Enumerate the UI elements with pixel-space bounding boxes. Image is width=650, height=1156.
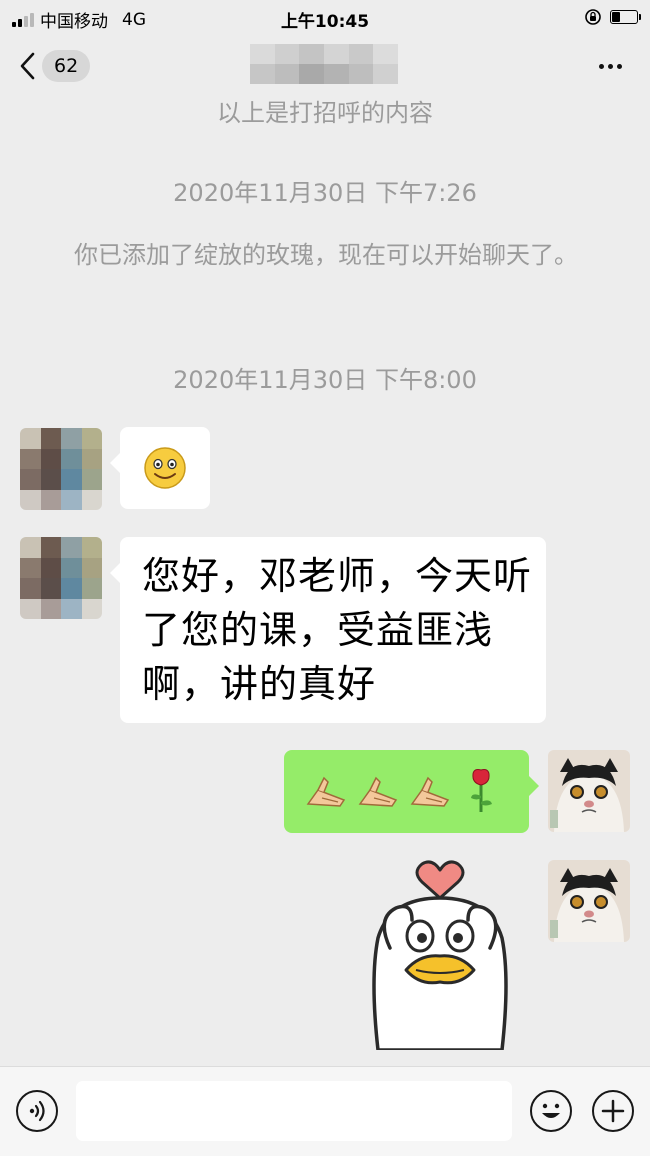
more-button[interactable] xyxy=(599,64,622,69)
rotation-lock-icon xyxy=(585,9,601,25)
more-dots-icon xyxy=(599,64,604,69)
thumbs-up-emoji-icon xyxy=(410,776,450,807)
plus-icon xyxy=(601,1099,625,1123)
my-avatar[interactable] xyxy=(548,860,630,942)
battery-icon xyxy=(610,10,641,24)
message-text: 您好，邓老师，今天听了您的课，受益匪浅啊，讲的真好 xyxy=(142,554,533,706)
cat-avatar-icon xyxy=(548,750,630,832)
emoji-icon xyxy=(542,1103,560,1118)
chevron-left-icon xyxy=(20,52,35,80)
add-button[interactable] xyxy=(592,1090,634,1132)
voice-icon xyxy=(29,1100,45,1122)
incoming-text-bubble[interactable]: 您好，邓老师，今天听了您的课，受益匪浅啊，讲的真好 xyxy=(110,537,546,723)
cartoon-duck-heart-sticker-icon[interactable] xyxy=(360,858,520,1050)
status-time: 上午10:45 xyxy=(280,12,370,32)
contact-name-blurred xyxy=(250,44,398,84)
thumbs-up-emoji-icon xyxy=(306,776,346,807)
my-avatar[interactable] xyxy=(548,750,630,832)
smile-emoji-icon xyxy=(144,447,186,489)
cat-avatar-icon xyxy=(548,860,630,942)
outgoing-emoji-bubble[interactable] xyxy=(284,750,539,833)
contact-avatar[interactable] xyxy=(20,428,102,510)
back-button[interactable]: 62 xyxy=(18,50,91,82)
input-bar xyxy=(0,1066,650,1156)
rose-emoji-icon xyxy=(471,769,492,812)
message-input[interactable] xyxy=(76,1081,512,1141)
battery-level xyxy=(612,12,620,22)
contact-avatar[interactable] xyxy=(20,537,102,619)
status-right xyxy=(584,8,641,26)
emoji-button[interactable] xyxy=(530,1090,572,1132)
thumbs-up-emoji-icon xyxy=(358,776,398,807)
system-message-greeting: 以上是打招呼的内容 xyxy=(217,99,433,127)
voice-button[interactable] xyxy=(16,1090,58,1132)
timestamp-2: 2020年11月30日 下午8:00 xyxy=(173,366,477,394)
status-bar: 中国移动 4G 上午10:45 xyxy=(0,0,650,36)
system-message-added: 你已添加了绽放的玫瑰，现在可以开始聊天了。 xyxy=(74,241,578,269)
incoming-emoji-bubble[interactable] xyxy=(110,427,210,509)
timestamp-1: 2020年11月30日 下午7:26 xyxy=(173,179,477,207)
unread-count-badge: 62 xyxy=(42,50,91,82)
